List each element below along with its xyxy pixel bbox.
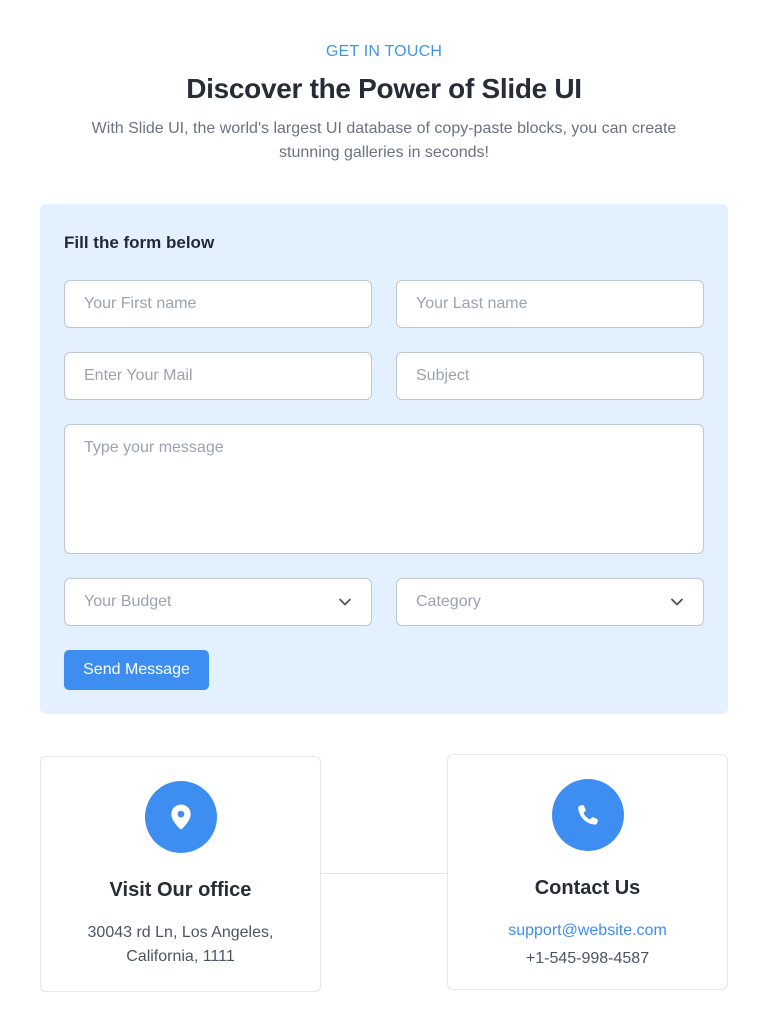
first-name-input[interactable]: Your First name — [64, 280, 372, 328]
chevron-down-icon — [338, 595, 352, 609]
office-address-line1: 30043 rd Ln, Los Angeles, — [87, 924, 274, 941]
subject-placeholder: Subject — [416, 367, 470, 384]
office-address-line2: California, 1111 — [126, 948, 235, 965]
last-name-placeholder: Your Last name — [416, 295, 528, 312]
contact-card: Contact Us support@website.com +1-545-99… — [447, 754, 728, 990]
category-selected-value: Category — [416, 593, 481, 610]
subject-input[interactable]: Subject — [396, 352, 704, 400]
form-heading: Fill the form below — [64, 233, 215, 252]
chevron-down-icon — [670, 595, 684, 609]
office-title: Visit Our office — [109, 879, 252, 901]
map-pin-icon — [145, 781, 217, 853]
contact-form: Fill the form below Your First name Your… — [40, 204, 728, 714]
message-textarea[interactable]: Type your message — [64, 424, 704, 554]
budget-selected-value: Your Budget — [84, 593, 172, 610]
email-placeholder: Enter Your Mail — [84, 367, 193, 384]
phone-icon — [552, 779, 624, 851]
send-message-button[interactable]: Send Message — [64, 650, 209, 690]
office-card: Visit Our office 30043 rd Ln, Los Angele… — [40, 756, 321, 992]
message-placeholder: Type your message — [84, 439, 224, 456]
page-description: With Slide UI, the world's largest UI da… — [91, 120, 677, 161]
page-title: Discover the Power of Slide UI — [186, 73, 582, 104]
card-connector-line — [320, 873, 448, 874]
last-name-input[interactable]: Your Last name — [396, 280, 704, 328]
category-select[interactable]: Category — [396, 578, 704, 626]
contact-email-link[interactable]: support@website.com — [448, 919, 727, 943]
contact-page: GET IN TOUCH Discover the Power of Slide… — [0, 0, 768, 1034]
budget-select[interactable]: Your Budget — [64, 578, 372, 626]
contact-title: Contact Us — [534, 877, 641, 899]
email-input[interactable]: Enter Your Mail — [64, 352, 372, 400]
contact-phone[interactable]: +1-545-998-4587 — [448, 947, 727, 971]
first-name-placeholder: Your First name — [84, 295, 197, 312]
section-eyebrow: GET IN TOUCH — [325, 43, 443, 60]
